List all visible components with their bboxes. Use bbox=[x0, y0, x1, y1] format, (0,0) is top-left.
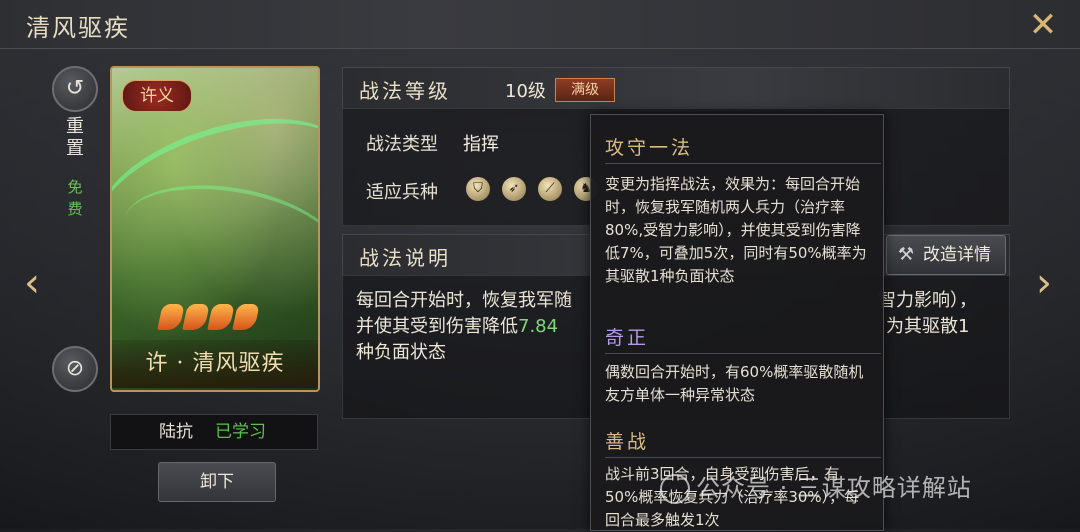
tooltip-title-qizheng: 奇正 bbox=[605, 327, 650, 349]
spear-icon: ⟋ bbox=[538, 177, 562, 201]
free-label-char: 费 bbox=[67, 200, 83, 218]
desc-text: 为其驱散1 bbox=[886, 316, 970, 337]
star-icon bbox=[207, 304, 235, 330]
desc-header-title: 战法说明 bbox=[359, 246, 451, 270]
reset-label-char: 置 bbox=[66, 138, 84, 159]
star-icon bbox=[232, 304, 260, 330]
desc-text: 每回合开始时，恢复我军随 bbox=[356, 290, 572, 311]
next-arrow-icon[interactable]: › bbox=[1028, 262, 1060, 304]
level-header-title: 战法等级 bbox=[359, 79, 451, 103]
close-icon[interactable]: ✕ bbox=[1024, 6, 1062, 44]
reset-label: 重 置 bbox=[64, 116, 86, 160]
anvil-icon: ⚒ bbox=[897, 244, 915, 265]
unit-label: 适应兵种 bbox=[366, 182, 438, 203]
type-label: 战法类型 bbox=[366, 134, 438, 155]
reset-icon[interactable]: ↺ bbox=[52, 66, 98, 112]
tooltip-text-qizheng: 偶数回合开始时，有60%概率驱散随机友方单体一种异常状态 bbox=[605, 363, 864, 404]
window-title: 清风驱疾 bbox=[26, 14, 130, 42]
divider bbox=[605, 163, 881, 164]
tooltip-text-attack-defense: 变更为指挥战法，效果为：每回合开始时，恢复我军随机两人兵力（治疗率80%,受智力… bbox=[605, 175, 867, 285]
card-star-rating bbox=[157, 304, 270, 332]
tooltip-title-attack-defense: 攻守一法 bbox=[605, 137, 694, 159]
divider bbox=[605, 457, 881, 458]
max-level-badge: 满级 bbox=[555, 78, 615, 102]
tooltip-title-shanzhan: 善战 bbox=[605, 431, 650, 453]
reset-label-char: 重 bbox=[66, 116, 84, 137]
desc-highlight-value: 7.84 bbox=[518, 316, 559, 337]
card-name: 许 · 清风驱疾 bbox=[112, 340, 318, 388]
desc-text: 智力影响）， bbox=[878, 290, 977, 311]
tactic-card: 许义 许 · 清风驱疾 bbox=[110, 66, 320, 392]
watermark-text: 公众号 · 三谋攻略详解站 bbox=[696, 474, 972, 502]
divider bbox=[605, 353, 881, 354]
title-bar: 清风驱疾 ✕ bbox=[0, 0, 1080, 49]
watermark: 公众号 · 三谋攻略详解站 bbox=[660, 468, 972, 504]
type-value: 指挥 bbox=[463, 134, 499, 155]
learner-bar: 陆抗 已学习 bbox=[110, 414, 318, 450]
modify-details-button[interactable]: ⚒ 改造详情 bbox=[886, 235, 1006, 275]
star-icon bbox=[182, 304, 210, 330]
desc-text: 并使其受到伤害降低 bbox=[356, 316, 518, 337]
shield-icon: ⛉ bbox=[466, 177, 490, 201]
bow-icon: ➶ bbox=[502, 177, 526, 201]
learner-name: 陆抗 bbox=[159, 422, 193, 442]
level-header: 战法等级 10级 满级 bbox=[342, 67, 1010, 109]
prev-arrow-icon[interactable]: ‹ bbox=[16, 262, 48, 304]
free-label-char: 免 bbox=[67, 178, 83, 196]
modify-details-label: 改造详情 bbox=[923, 245, 991, 265]
forget-icon[interactable]: ⊘ bbox=[52, 346, 98, 392]
learned-status: 已学习 bbox=[215, 422, 266, 442]
level-value: 10级 bbox=[505, 81, 546, 102]
unload-button[interactable]: 卸下 bbox=[158, 462, 276, 502]
free-label: 免 费 bbox=[64, 176, 86, 220]
star-icon bbox=[157, 304, 185, 330]
card-source-badge: 许义 bbox=[122, 80, 192, 112]
watermark-logo-icon bbox=[660, 474, 690, 504]
